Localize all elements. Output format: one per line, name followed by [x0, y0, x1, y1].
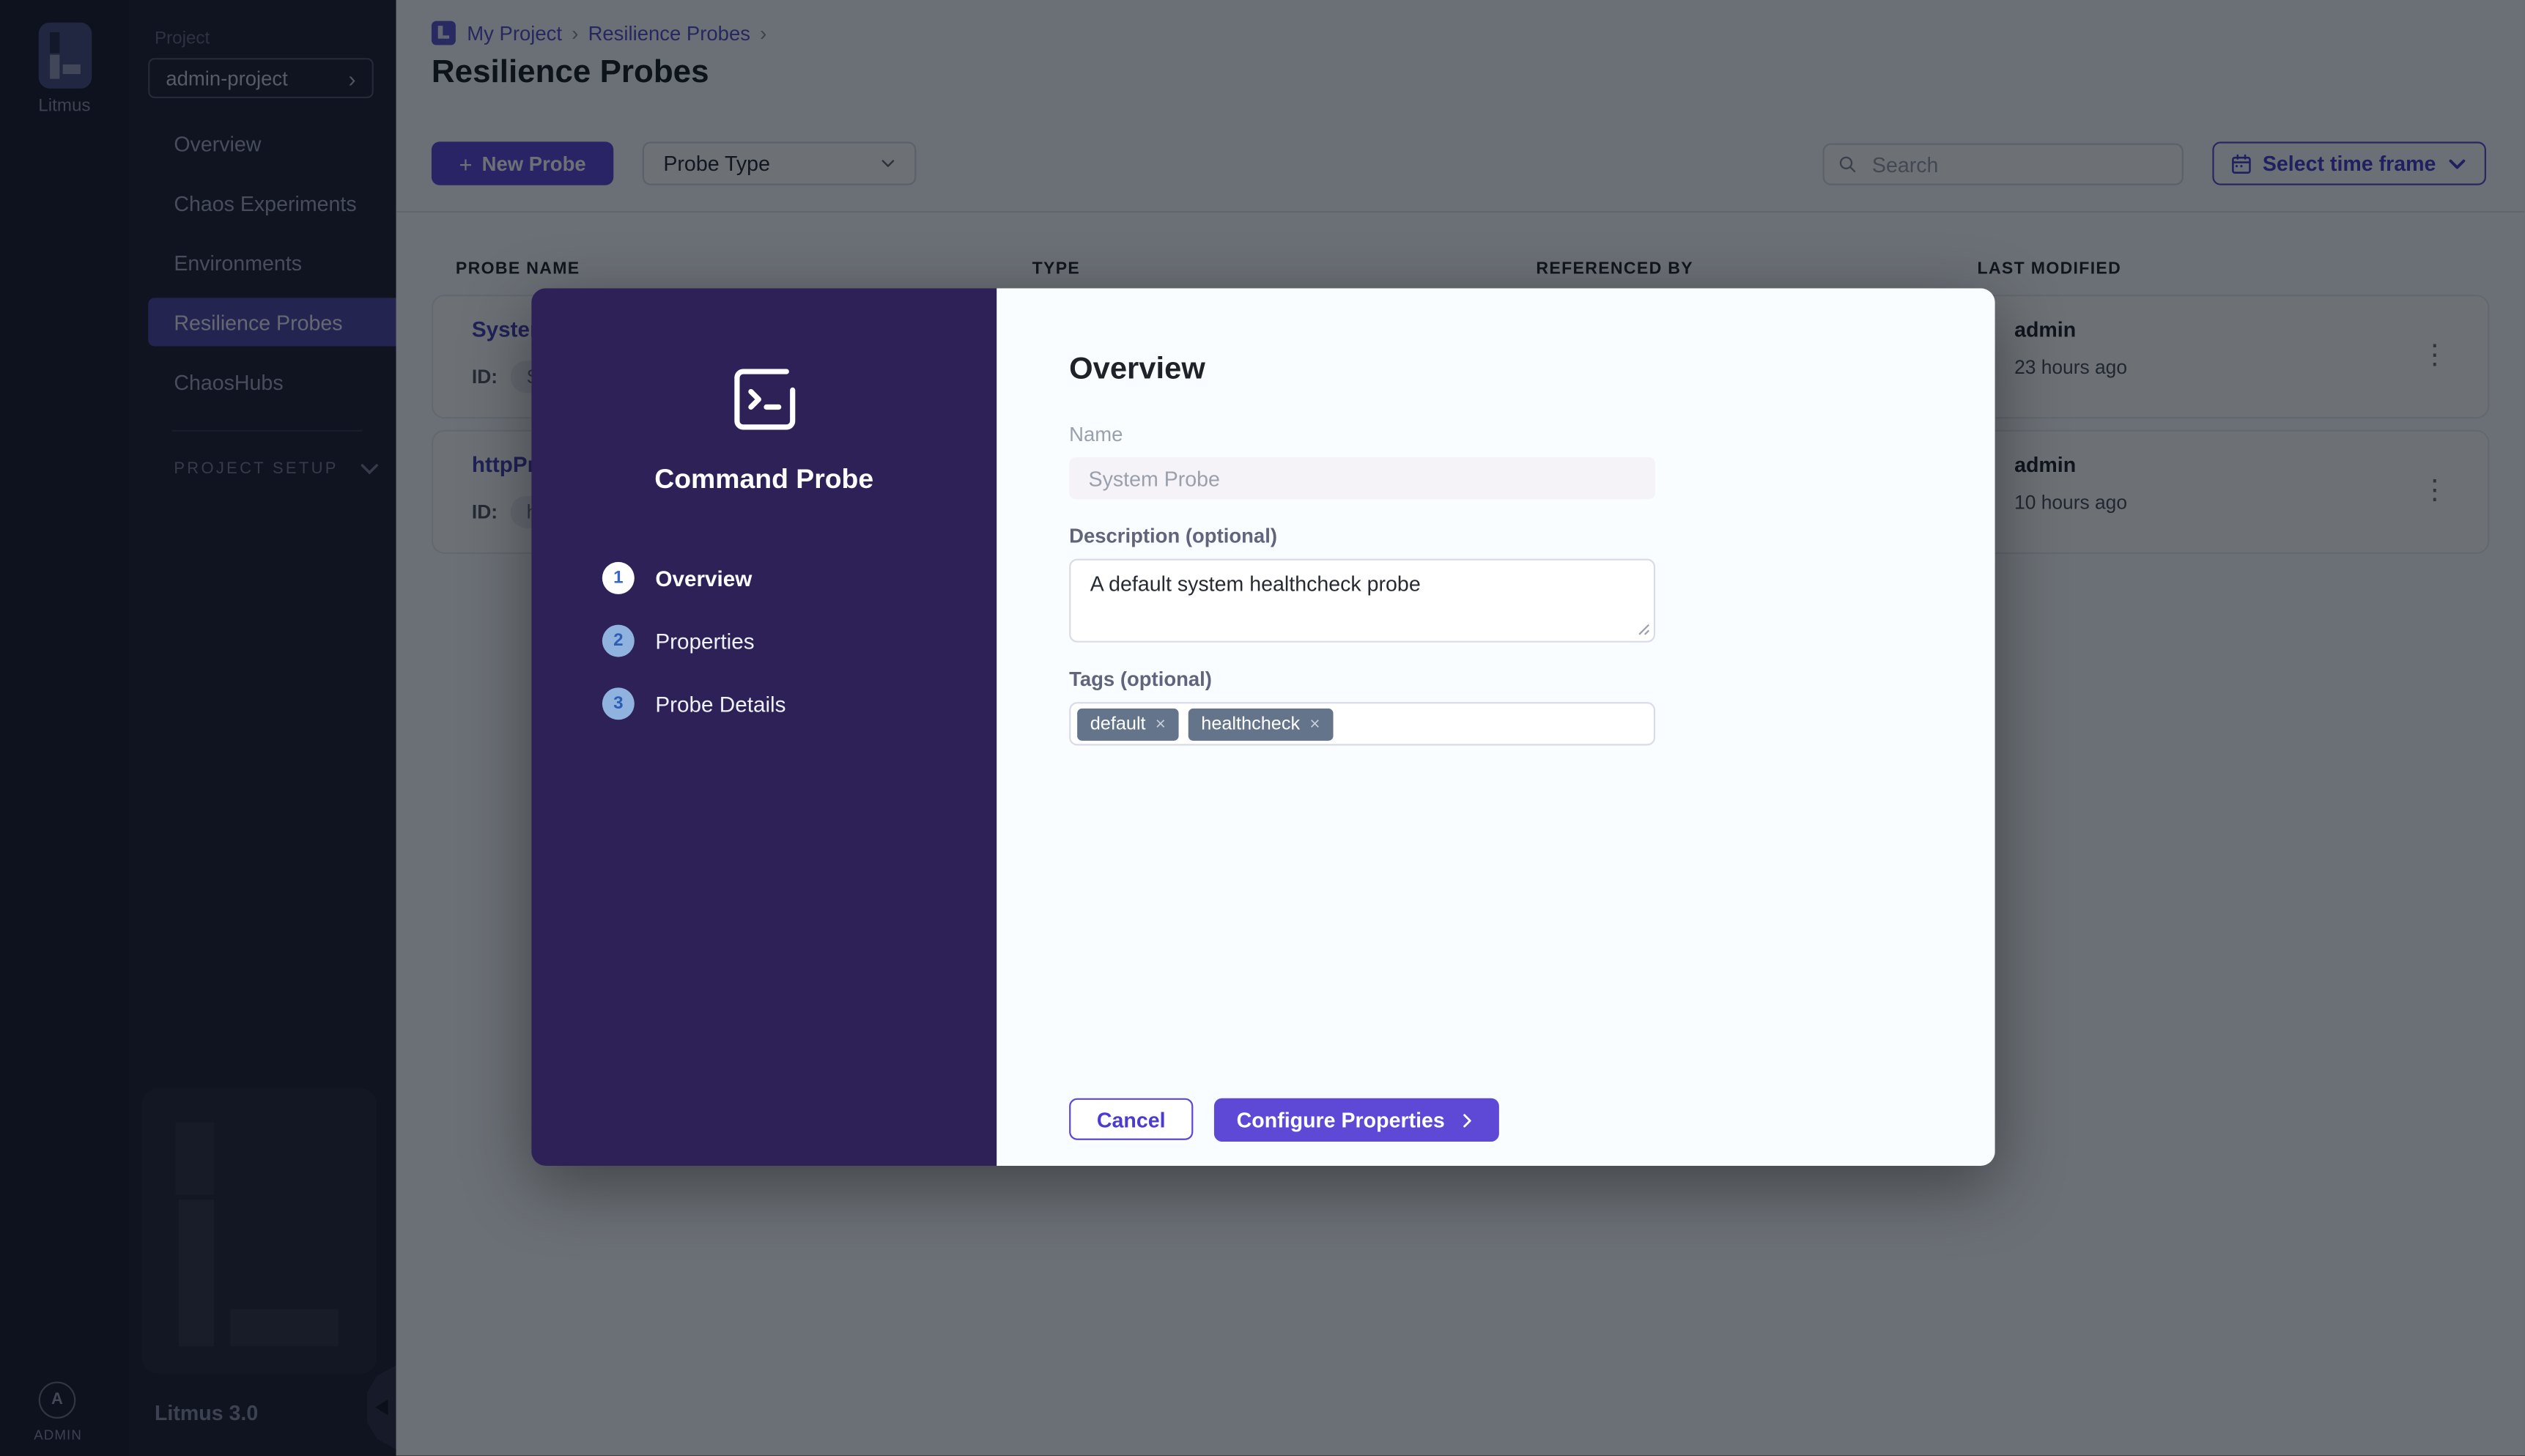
tag-remove-icon[interactable]: ×: [1309, 714, 1320, 733]
tag-chip: healthcheck ×: [1188, 707, 1334, 740]
step-label: Properties: [655, 629, 755, 654]
step-label: Probe Details: [655, 691, 786, 716]
modal-form-panel: Overview Name Description (optional) A d…: [997, 288, 1995, 1166]
tag-chip-label: default: [1090, 714, 1146, 733]
form-heading: Overview: [1069, 352, 1205, 387]
tags-input[interactable]: default × healthcheck ×: [1069, 702, 1656, 746]
name-input[interactable]: [1069, 457, 1656, 500]
tag-remove-icon[interactable]: ×: [1156, 714, 1166, 733]
step-number: 1: [602, 561, 635, 594]
litmus-app: Litmus Project admin-project › Overview …: [0, 0, 2525, 1456]
name-label: Name: [1069, 423, 1123, 446]
configure-properties-button[interactable]: Configure Properties: [1213, 1098, 1500, 1142]
chevron-right-icon: [1463, 1113, 1472, 1127]
tag-chip-label: healthcheck: [1201, 714, 1301, 733]
description-label: Description (optional): [1069, 525, 1277, 548]
step-number: 2: [602, 624, 635, 657]
step-properties[interactable]: 2 Properties: [602, 624, 786, 657]
terminal-icon: [733, 369, 795, 430]
step-overview[interactable]: 1 Overview: [602, 561, 786, 594]
probe-kind-title: Command Probe: [654, 463, 874, 495]
modal-footer: Cancel Configure Properties: [1069, 1098, 1500, 1142]
tags-label: Tags (optional): [1069, 668, 1212, 691]
wizard-steps: 1 Overview 2 Properties 3 Probe Details: [531, 561, 786, 750]
modal-stepper-panel: Command Probe 1 Overview 2 Properties 3 …: [531, 288, 997, 1166]
step-label: Overview: [655, 566, 753, 591]
create-probe-modal: Command Probe 1 Overview 2 Properties 3 …: [531, 288, 1995, 1166]
description-textarea[interactable]: A default system healthcheck probe: [1069, 558, 1656, 643]
step-probe-details[interactable]: 3 Probe Details: [602, 687, 786, 720]
cancel-button[interactable]: Cancel: [1069, 1098, 1194, 1140]
tag-chip: default ×: [1077, 707, 1179, 740]
step-number: 3: [602, 687, 635, 720]
